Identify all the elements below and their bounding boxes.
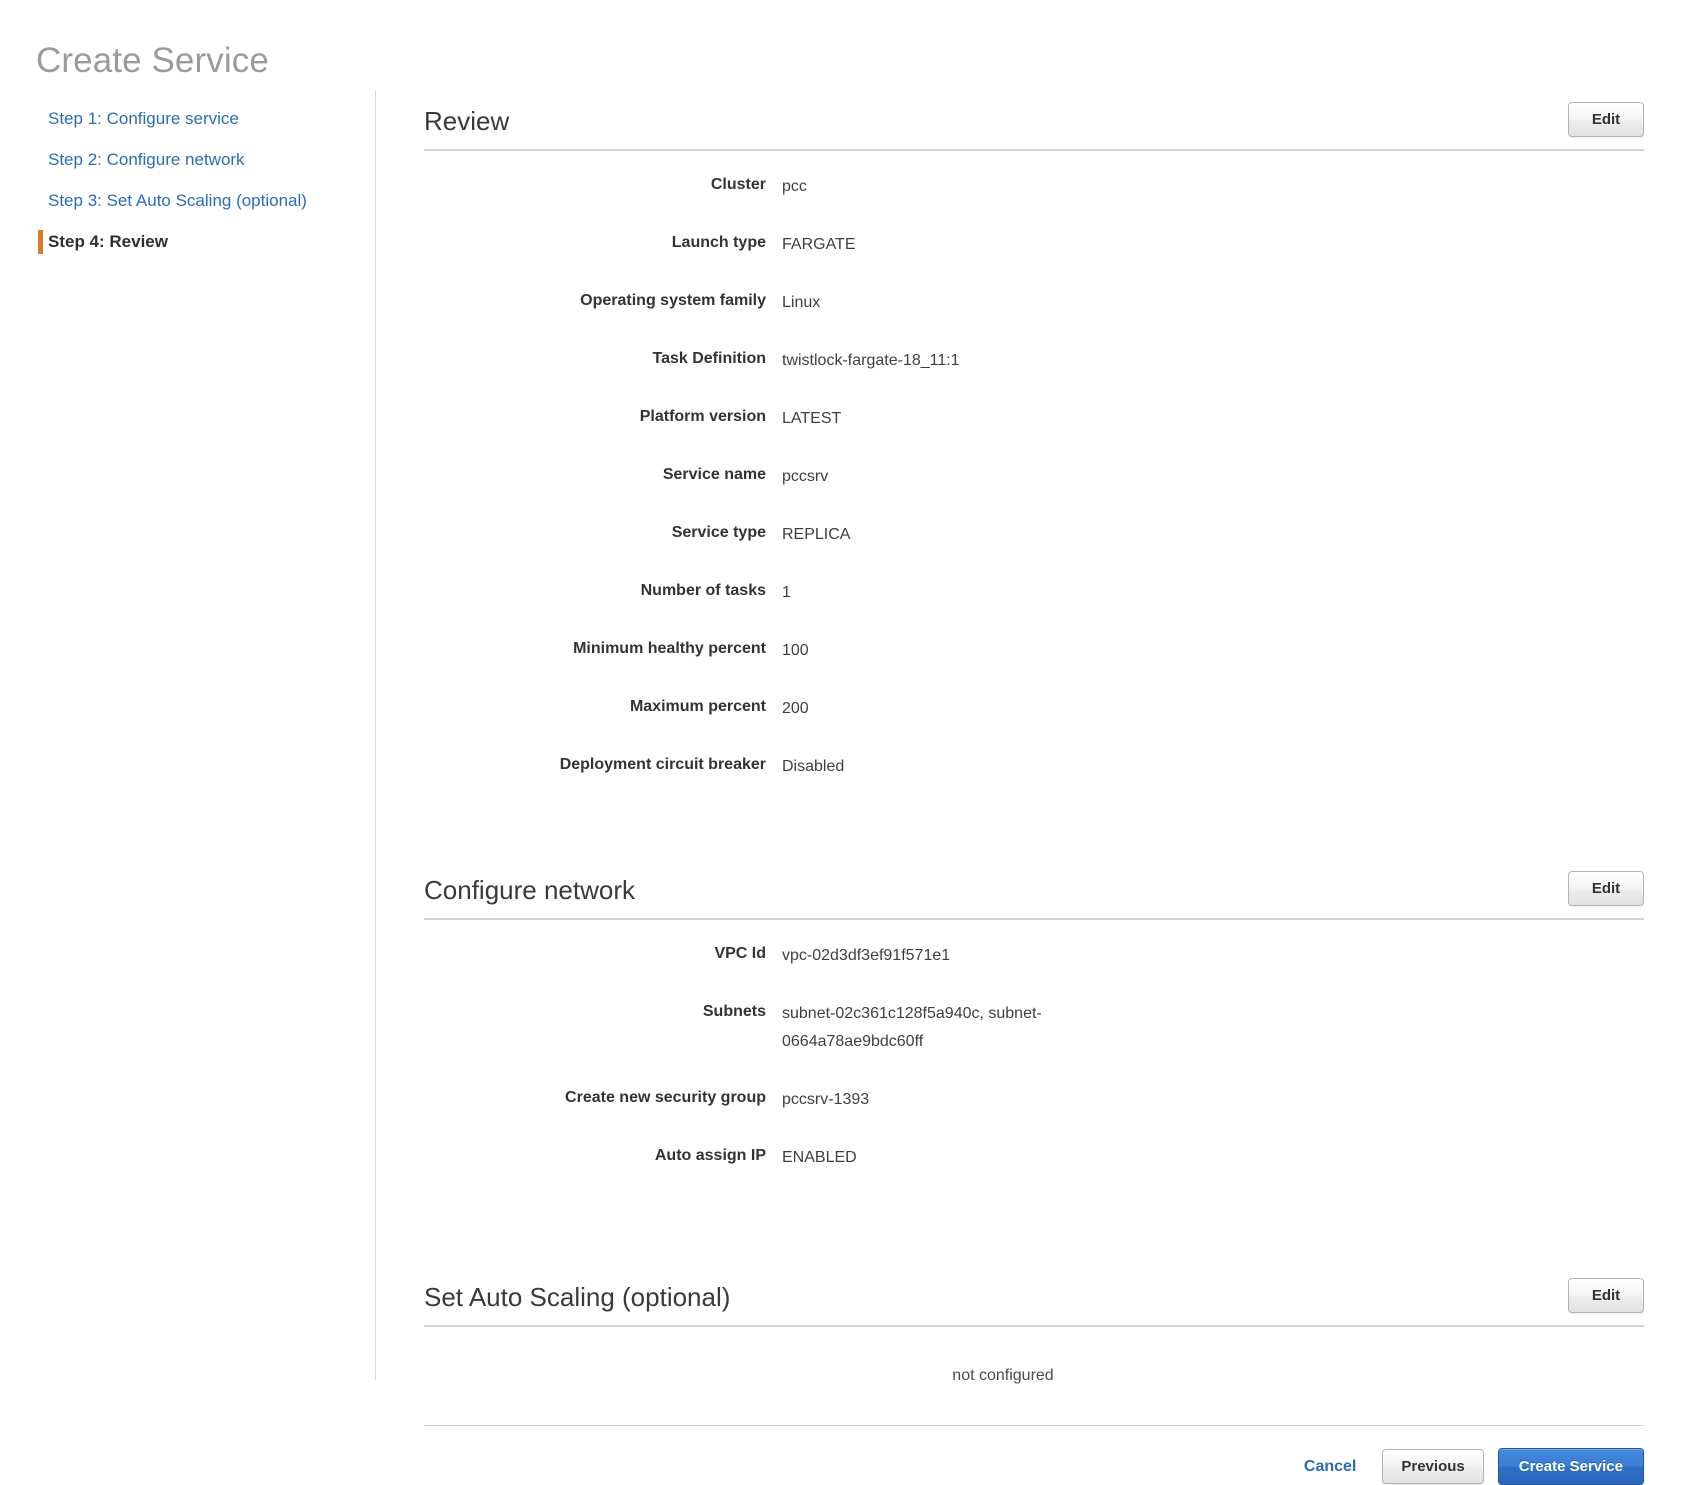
section-spacer [424, 1202, 1644, 1266]
field-row-minimum-healthy-percent: Minimum healthy percent 100 [424, 637, 1644, 665]
field-value: vpc-02d3df3ef91f571e1 [782, 942, 1102, 970]
sidebar-item-step-2-configure-network[interactable]: Step 2: Configure network [0, 139, 375, 180]
section-auto-scaling: Set Auto Scaling (optional) Edit not con… [424, 1266, 1644, 1419]
field-label: Minimum healthy percent [424, 637, 782, 661]
create-service-button[interactable]: Create Service [1498, 1448, 1644, 1485]
edit-review-button[interactable]: Edit [1568, 102, 1644, 137]
section-review: Review Edit Cluster pcc Launch type FARG… [424, 90, 1644, 781]
field-value: LATEST [782, 405, 1102, 433]
sidebar-item-label: Step 2: Configure network [48, 150, 245, 169]
wizard-step-nav: Step 1: Configure service Step 2: Config… [0, 90, 376, 1380]
section-header-configure-network: Configure network Edit [424, 859, 1644, 920]
field-value: pccsrv [782, 463, 1102, 491]
field-row-auto-assign-ip: Auto assign IP ENABLED [424, 1144, 1644, 1172]
field-row-subnets: Subnets subnet-02c361c128f5a940c, subnet… [424, 1000, 1644, 1056]
field-row-cluster: Cluster pcc [424, 173, 1644, 201]
sidebar-item-step-1-configure-service[interactable]: Step 1: Configure service [0, 98, 375, 139]
field-row-service-name: Service name pccsrv [424, 463, 1644, 491]
field-row-operating-system-family: Operating system family Linux [424, 289, 1644, 317]
field-label: VPC Id [424, 942, 782, 966]
sidebar-item-label: Step 1: Configure service [48, 109, 239, 128]
field-label: Deployment circuit breaker [424, 753, 782, 777]
field-label: Cluster [424, 173, 782, 197]
field-value: 100 [782, 637, 1102, 665]
field-row-service-type: Service type REPLICA [424, 521, 1644, 549]
page-title: Create Service [36, 39, 269, 83]
field-label: Maximum percent [424, 695, 782, 719]
field-label: Subnets [424, 1000, 782, 1024]
cancel-button[interactable]: Cancel [1292, 1449, 1368, 1485]
field-value: Disabled [782, 753, 1102, 781]
sidebar-item-step-4-review[interactable]: Step 4: Review [0, 221, 375, 262]
section-configure-network: Configure network Edit VPC Id vpc-02d3df… [424, 859, 1644, 1172]
field-label: Task Definition [424, 347, 782, 371]
auto-scaling-empty-state: not configured [424, 1327, 1644, 1419]
field-label: Number of tasks [424, 579, 782, 603]
section-spacer [424, 811, 1644, 859]
field-value: 200 [782, 695, 1102, 723]
edit-configure-network-button[interactable]: Edit [1568, 871, 1644, 906]
field-row-task-definition: Task Definition twistlock-fargate-18_11:… [424, 347, 1644, 375]
sidebar-item-label: Step 3: Set Auto Scaling (optional) [48, 191, 307, 210]
field-value: subnet-02c361c128f5a940c, subnet-0664a78… [782, 1000, 1102, 1056]
sidebar-item-label: Step 4: Review [48, 232, 168, 251]
section-header-auto-scaling: Set Auto Scaling (optional) Edit [424, 1266, 1644, 1327]
field-row-launch-type: Launch type FARGATE [424, 231, 1644, 259]
sidebar-item-step-3-set-auto-scaling[interactable]: Step 3: Set Auto Scaling (optional) [0, 180, 375, 221]
field-label: Operating system family [424, 289, 782, 313]
review-content: Review Edit Cluster pcc Launch type FARG… [376, 90, 1692, 1485]
configure-network-field-list: VPC Id vpc-02d3df3ef91f571e1 Subnets sub… [424, 920, 1644, 1172]
field-label: Create new security group [424, 1086, 782, 1110]
review-field-list: Cluster pcc Launch type FARGATE Operatin… [424, 151, 1644, 781]
field-row-create-new-security-group: Create new security group pccsrv-1393 [424, 1086, 1644, 1114]
field-value: FARGATE [782, 231, 1102, 259]
edit-auto-scaling-button[interactable]: Edit [1568, 1278, 1644, 1313]
auto-scaling-empty-label: not configured [952, 1367, 1053, 1384]
section-title-review: Review [424, 105, 509, 137]
section-title-configure-network: Configure network [424, 874, 635, 906]
field-value: pccsrv-1393 [782, 1086, 1102, 1114]
field-label: Service type [424, 521, 782, 545]
wizard-footer: Cancel Previous Create Service [424, 1425, 1644, 1485]
field-label: Service name [424, 463, 782, 487]
field-label: Platform version [424, 405, 782, 429]
field-value: pcc [782, 173, 1102, 201]
field-value: twistlock-fargate-18_11:1 [782, 347, 1102, 375]
field-value: ENABLED [782, 1144, 1102, 1172]
create-service-page: Create Service Step 1: Configure service… [0, 0, 1692, 1470]
section-title-auto-scaling: Set Auto Scaling (optional) [424, 1281, 730, 1313]
field-value: Linux [782, 289, 1102, 317]
field-label: Auto assign IP [424, 1144, 782, 1168]
section-header-review: Review Edit [424, 90, 1644, 151]
field-row-deployment-circuit-breaker: Deployment circuit breaker Disabled [424, 753, 1644, 781]
field-row-maximum-percent: Maximum percent 200 [424, 695, 1644, 723]
field-row-number-of-tasks: Number of tasks 1 [424, 579, 1644, 607]
field-label: Launch type [424, 231, 782, 255]
previous-button[interactable]: Previous [1382, 1449, 1483, 1484]
field-value: 1 [782, 579, 1102, 607]
field-value: REPLICA [782, 521, 1102, 549]
field-row-vpc-id: VPC Id vpc-02d3df3ef91f571e1 [424, 942, 1644, 970]
field-row-platform-version: Platform version LATEST [424, 405, 1644, 433]
